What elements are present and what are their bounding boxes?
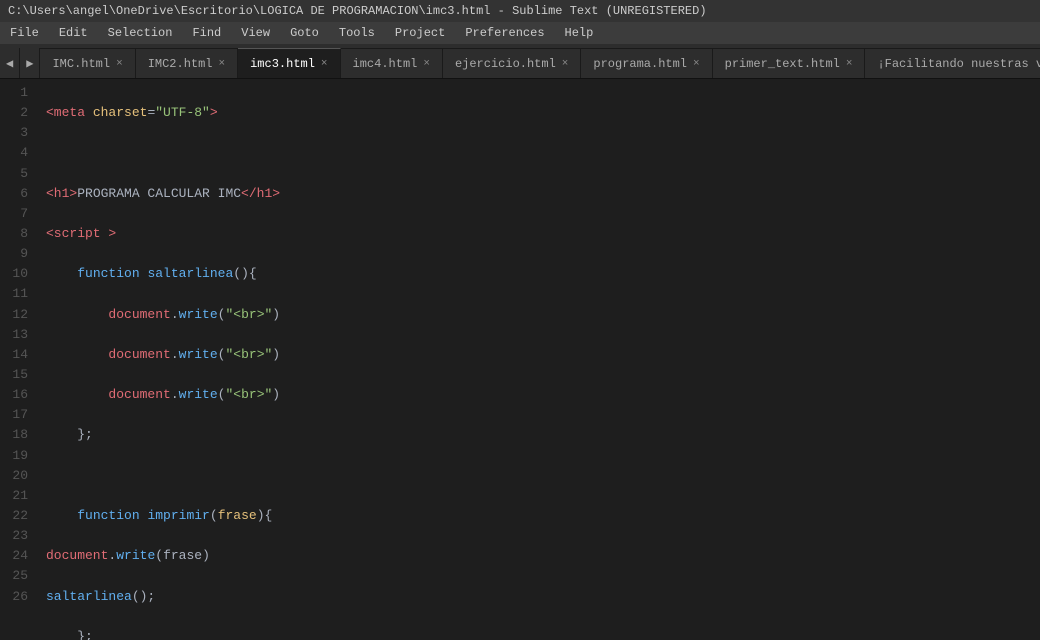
menu-help[interactable]: Help [555,24,604,42]
tab-imc3[interactable]: imc3.html × [238,48,340,78]
close-icon[interactable]: × [846,58,853,70]
menu-find[interactable]: Find [182,24,231,42]
tab-ejercicio[interactable]: ejercicio.html × [443,48,581,78]
close-icon[interactable]: × [219,58,226,70]
title-text: C:\Users\angel\OneDrive\Escritorio\LOGIC… [8,4,707,18]
close-icon[interactable]: × [116,58,123,70]
close-icon[interactable]: × [321,58,328,70]
close-icon[interactable]: × [562,58,569,70]
tab-imc[interactable]: IMC.html × [40,48,135,78]
menu-selection[interactable]: Selection [98,24,183,42]
tab-bar: ◀ ▶ IMC.html × IMC2.html × imc3.html × i… [0,44,1040,79]
menu-goto[interactable]: Goto [280,24,329,42]
title-bar: C:\Users\angel\OneDrive\Escritorio\LOGIC… [0,0,1040,22]
tab-nav-right[interactable]: ▶ [20,48,40,78]
menu-tools[interactable]: Tools [329,24,385,42]
code-area: 1 2 3 4 5 6 7 8 9 10 11 12 13 14 15 16 1… [0,79,1040,640]
tab-programa[interactable]: programa.html × [581,48,712,78]
tab-facilitando[interactable]: ¡Facilitando nuestras vidas!.html × [865,48,1040,78]
menu-project[interactable]: Project [385,24,455,42]
close-icon[interactable]: × [693,58,700,70]
menu-bar: File Edit Selection Find View Goto Tools… [0,22,1040,44]
code-content[interactable]: <meta charset="UTF-8"> <h1>PROGRAMA CALC… [38,79,1040,640]
tab-imc2[interactable]: IMC2.html × [136,48,238,78]
tab-nav-left[interactable]: ◀ [0,48,20,78]
menu-preferences[interactable]: Preferences [455,24,554,42]
tab-primer[interactable]: primer_text.html × [713,48,866,78]
menu-file[interactable]: File [0,24,49,42]
menu-edit[interactable]: Edit [49,24,98,42]
close-icon[interactable]: × [423,58,430,70]
menu-view[interactable]: View [231,24,280,42]
line-numbers: 1 2 3 4 5 6 7 8 9 10 11 12 13 14 15 16 1… [0,79,38,640]
tab-imc4[interactable]: imc4.html × [341,48,443,78]
